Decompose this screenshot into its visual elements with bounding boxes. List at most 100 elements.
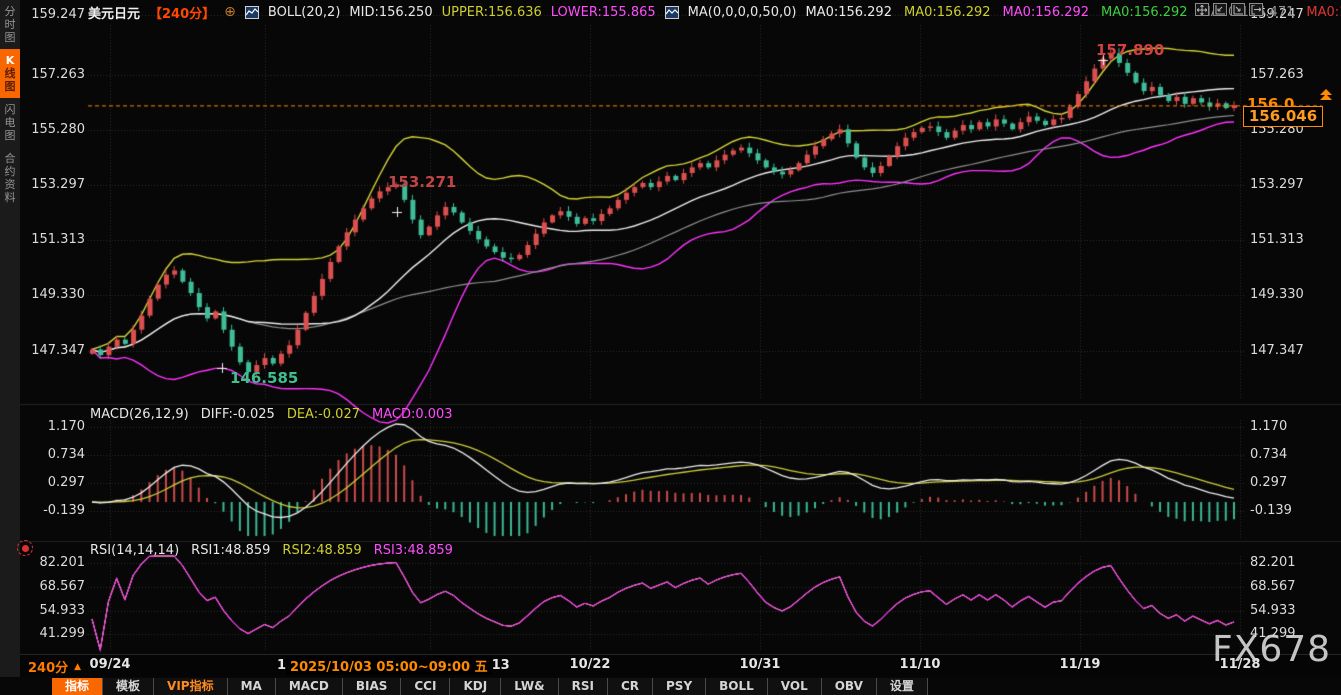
price-axis-label: 149.330: [27, 287, 85, 302]
macd-axis-label: 0.734: [27, 447, 85, 462]
sidebar-tab-闪电图[interactable]: 闪电图: [0, 98, 20, 147]
chart-window-tools: [1195, 3, 1263, 16]
ma-label: MA(0,0,0,0,50,0): [688, 5, 797, 20]
price-axis-label: 151.313: [27, 232, 85, 247]
date-axis-label: 09/24: [90, 657, 131, 672]
boll-indicator-icon[interactable]: [245, 6, 259, 19]
ma-value: MA0:156.292: [1101, 5, 1188, 20]
crosshair-datetime: 1 2025/10/03 05:00~09:00 五 13: [277, 656, 510, 675]
toolbar-button-PSY[interactable]: PSY: [653, 678, 706, 695]
price-axis-label: 159.247: [27, 7, 85, 22]
price-axis-label: 155.280: [27, 122, 85, 137]
price-axis-label: 157.263: [1250, 67, 1304, 82]
toolbar-button-CR[interactable]: CR: [608, 678, 653, 695]
macd-value: MACD:0.003: [372, 407, 453, 422]
chart-header: 美元日元 【240分】 ⊕ BOLL(20,2) MID:156.250 UPP…: [88, 3, 1341, 21]
boll-upper-value: UPPER:156.636: [442, 5, 542, 20]
period-selector-label: 240分: [28, 657, 68, 676]
toolbar-button-VIP指标[interactable]: VIP指标: [154, 678, 228, 695]
rsi-axis-label: 68.567: [27, 579, 85, 594]
indicator-toolbar: 指标模板VIP指标MAMACDBIASCCIKDJLW&RSICRPSYBOLL…: [52, 678, 928, 695]
rsi-axis-label: 54.933: [1250, 603, 1296, 618]
exit-pane-icon[interactable]: [1249, 3, 1263, 16]
low-price-annotation: 146.585: [230, 369, 298, 387]
macd-header: MACD(26,12,9) DIFF:-0.025 DEA:-0.027 MAC…: [90, 407, 453, 422]
price-axis-label: 153.297: [27, 177, 85, 192]
sidebar-tab-K线图[interactable]: K线图: [0, 49, 20, 98]
date-axis-label: 11/10: [900, 657, 941, 672]
toolbar-button-MACD[interactable]: MACD: [276, 678, 343, 695]
price-axis-label: 153.297: [1250, 177, 1304, 192]
rsi-axis-label: 82.201: [1250, 555, 1296, 570]
axis-label-fragment: 13: [492, 658, 510, 673]
price-axis-label: 151.313: [1250, 232, 1304, 247]
rsi3-value: RSI3:48.859: [374, 543, 453, 558]
sidebar-tab-分时图[interactable]: 分时图: [0, 0, 20, 49]
price-chart-canvas[interactable]: [0, 0, 1341, 695]
macd-axis-label: 0.297: [27, 475, 85, 490]
date-axis-label: 10/22: [570, 657, 611, 672]
realtime-indicator-icon: [17, 540, 33, 556]
high-price-annotation: 157.890: [1096, 41, 1164, 59]
toolbar-button-MA[interactable]: MA: [228, 678, 276, 695]
macd-axis-label: 1.170: [27, 419, 85, 434]
toolbar-button-指标[interactable]: 指标: [52, 678, 103, 695]
pane-scale-right-icon[interactable]: [1231, 3, 1245, 16]
price-axis-label: 147.347: [27, 343, 85, 358]
sidebar-tab-合约资料[interactable]: 合约资料: [0, 147, 20, 209]
rsi2-value: RSI2:48.859: [282, 543, 361, 558]
period-up-arrow-icon: ▲: [74, 662, 81, 672]
ma-value: MA0:156.292: [805, 5, 892, 20]
toolbar-button-BOLL[interactable]: BOLL: [706, 678, 768, 695]
ma-value: MA0:156.292: [904, 5, 991, 20]
toolbar-button-模板[interactable]: 模板: [103, 678, 154, 695]
toolbar-button-RSI[interactable]: RSI: [559, 678, 608, 695]
macd-axis-label: 0.734: [1250, 447, 1287, 462]
toolbar-button-LW&[interactable]: LW&: [501, 678, 558, 695]
toolbar-button-BIAS[interactable]: BIAS: [343, 678, 402, 695]
price-axis-label: 157.263: [27, 67, 85, 82]
swing-high-annotation: 153.271: [388, 173, 456, 191]
axis-label-fragment: 1: [277, 658, 286, 673]
symbol-title: 美元日元: [88, 3, 140, 22]
toolbar-button-KDJ[interactable]: KDJ: [450, 678, 501, 695]
date-axis-label: 11/19: [1060, 657, 1101, 672]
macd-axis-label: 1.170: [1250, 419, 1287, 434]
macd-label: MACD(26,12,9): [90, 407, 189, 422]
macd-axis-label: -0.139: [1250, 503, 1292, 518]
period-badge[interactable]: 【240分】: [149, 3, 215, 22]
macd-axis-label: 0.297: [1250, 475, 1287, 490]
chart-type-sidebar: 分时图K线图闪电图合约资料: [0, 0, 20, 677]
price-axis-label: 149.330: [1250, 287, 1304, 302]
compare-add-icon[interactable]: ⊕: [224, 4, 236, 20]
fx678-watermark: FX678: [1212, 629, 1331, 670]
boll-label: BOLL(20,2): [268, 5, 341, 20]
toolbar-button-CCI[interactable]: CCI: [401, 678, 450, 695]
rsi-axis-label: 54.933: [27, 603, 85, 618]
rsi-axis-label: 68.567: [1250, 579, 1296, 594]
rsi-axis-label: 82.201: [27, 555, 85, 570]
date-axis-label: 10/31: [740, 657, 781, 672]
price-marker-arrow-icon[interactable]: [1320, 89, 1332, 99]
ma-value: MA0:156.292: [1003, 5, 1090, 20]
pane-scale-left-icon[interactable]: [1213, 3, 1227, 16]
rsi-axis-label: 41.299: [27, 626, 85, 641]
rsi1-value: RSI1:48.859: [191, 543, 270, 558]
macd-diff-value: DIFF:-0.025: [201, 407, 275, 422]
move-icon[interactable]: [1195, 3, 1209, 16]
toolbar-button-OBV[interactable]: OBV: [822, 678, 877, 695]
toolbar-button-设置[interactable]: 设置: [877, 678, 928, 695]
toolbar-button-VOL[interactable]: VOL: [768, 678, 822, 695]
period-selector[interactable]: 240分 ▲: [28, 657, 81, 676]
price-axis-label: 147.347: [1250, 343, 1304, 358]
macd-axis-label: -0.139: [27, 503, 85, 518]
boll-lower-value: LOWER:155.865: [551, 5, 656, 20]
current-price-label: 156.046: [1243, 106, 1323, 127]
ma-indicator-icon[interactable]: [665, 6, 679, 19]
ma-value: MA0:1: [1306, 5, 1341, 20]
rsi-header: RSI(14,14,14) RSI1:48.859 RSI2:48.859 RS…: [90, 543, 453, 558]
boll-mid-value: MID:156.250: [349, 5, 432, 20]
time-axis: [0, 654, 1341, 677]
crosshair-datetime-value: 2025/10/03 05:00~09:00 五: [286, 656, 492, 675]
rsi-label: RSI(14,14,14): [90, 543, 179, 558]
